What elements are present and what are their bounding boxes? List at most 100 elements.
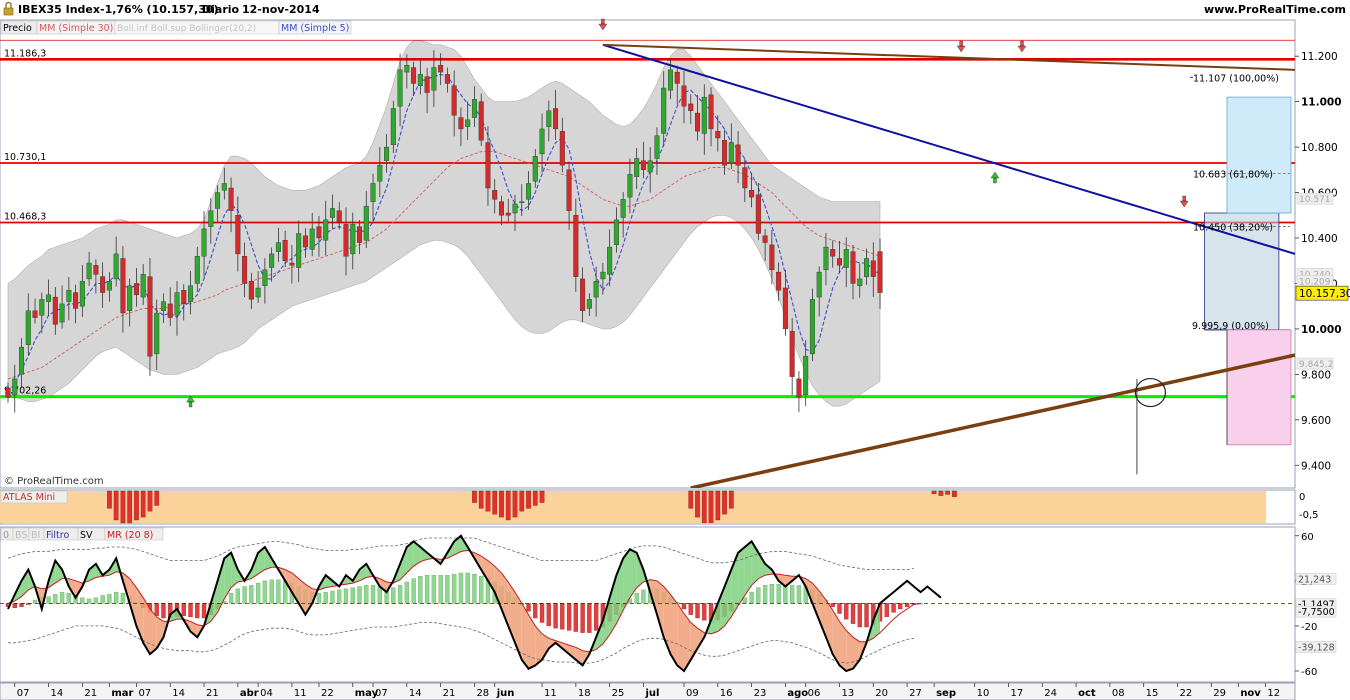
mr-histogram-bar bbox=[891, 603, 896, 613]
atlas-bar bbox=[140, 490, 146, 518]
mr-histogram-bar bbox=[526, 603, 531, 612]
atlas-bar bbox=[931, 490, 937, 495]
day-label: 18 bbox=[578, 688, 591, 699]
candle-body bbox=[133, 283, 139, 296]
candle-body bbox=[404, 65, 410, 73]
day-label: 08 bbox=[1112, 688, 1125, 699]
candle-body bbox=[593, 280, 599, 298]
legend-ma30[interactable]: MM (Simple 30) bbox=[39, 23, 113, 34]
atlas-bar bbox=[120, 490, 126, 524]
candle-body bbox=[769, 244, 775, 271]
mr-histogram-bar bbox=[330, 590, 335, 604]
candle-body bbox=[59, 303, 65, 323]
mr-histogram-bar bbox=[411, 578, 416, 604]
candle-body bbox=[627, 174, 633, 198]
atlas-tick: 0 bbox=[1299, 492, 1305, 503]
mr-histogram-bar bbox=[796, 585, 802, 604]
mr-histogram-bar bbox=[93, 597, 99, 604]
mr-histogram-bar bbox=[86, 598, 92, 604]
atlas-legend[interactable]: ATLAS Mini bbox=[3, 492, 55, 503]
mr-legend-label: BS bbox=[15, 530, 27, 541]
legend-bollinger[interactable]: Boll.inf Boll.sup Bollinger(20,2) bbox=[117, 24, 256, 34]
mr-histogram-bar bbox=[479, 576, 484, 604]
candle-body bbox=[343, 224, 349, 257]
candle-body bbox=[127, 285, 133, 311]
mr-histogram-bar bbox=[255, 582, 261, 604]
mr-histogram-bar bbox=[539, 603, 545, 623]
candle-body bbox=[776, 271, 782, 291]
mr-histogram-bar bbox=[533, 603, 538, 619]
atlas-bar bbox=[722, 490, 727, 515]
target-box-up bbox=[1226, 96, 1292, 214]
legend-ma5[interactable]: MM (Simple 5) bbox=[281, 23, 349, 34]
candle-body bbox=[323, 219, 329, 241]
mr-tag-label: -7,7500 bbox=[1298, 607, 1335, 618]
candle-body bbox=[73, 292, 79, 309]
candle-body bbox=[613, 219, 619, 246]
candle-body bbox=[823, 246, 829, 271]
candle-body bbox=[553, 108, 559, 130]
candle-body bbox=[66, 290, 72, 302]
mr-histogram-bar bbox=[445, 575, 450, 604]
mr-histogram-bar bbox=[195, 603, 200, 619]
candle-body bbox=[877, 251, 883, 293]
day-label: 13 bbox=[841, 688, 854, 699]
mr-histogram-bar bbox=[350, 587, 355, 604]
candle-body bbox=[390, 108, 396, 146]
atlas-bar bbox=[952, 490, 957, 497]
day-label: 22 bbox=[321, 688, 334, 699]
mr-histogram-bar bbox=[904, 603, 910, 607]
day-label: 07 bbox=[375, 688, 388, 699]
day-label: 07 bbox=[17, 688, 30, 699]
legend-price[interactable]: Precio bbox=[3, 23, 32, 34]
mr-tag-label: -39,128 bbox=[1298, 642, 1335, 653]
mr-histogram-bar bbox=[228, 593, 234, 604]
mr-histogram-bar bbox=[80, 597, 85, 604]
candle-body bbox=[749, 190, 755, 198]
candle-body bbox=[492, 190, 498, 200]
atlas-bar bbox=[728, 490, 734, 509]
candle-body bbox=[586, 299, 592, 309]
atlas-bar bbox=[154, 490, 160, 506]
candle-body bbox=[715, 130, 721, 139]
candle-body bbox=[215, 192, 221, 209]
candle-body bbox=[302, 235, 308, 248]
atlas-bar bbox=[147, 490, 153, 512]
mr-tick-label: 60 bbox=[1301, 532, 1314, 543]
candle-body bbox=[181, 290, 187, 305]
candle-body bbox=[654, 135, 660, 159]
mr-histogram-bar bbox=[235, 588, 240, 604]
candle-body bbox=[546, 110, 552, 127]
mr-histogram-bar bbox=[756, 587, 761, 604]
mr-histogram-bar bbox=[850, 603, 856, 624]
mr-histogram-bar bbox=[249, 585, 254, 604]
mr-panel[interactable] bbox=[0, 526, 1296, 683]
mr-histogram-bar bbox=[681, 603, 687, 610]
day-label: 21 bbox=[206, 688, 219, 699]
candle-body bbox=[188, 285, 194, 302]
mr-histogram-bar bbox=[844, 603, 849, 620]
mr-tick-label: -20 bbox=[1301, 622, 1317, 633]
atlas-bar bbox=[512, 490, 518, 518]
candle-body bbox=[458, 117, 464, 130]
mr-histogram-bar bbox=[397, 585, 403, 604]
day-label: 10 bbox=[977, 688, 990, 699]
mr-histogram-bar bbox=[742, 597, 747, 604]
candle-body bbox=[248, 280, 254, 300]
candle-body bbox=[498, 201, 504, 216]
atlas-bar bbox=[134, 490, 139, 521]
day-label: 14 bbox=[51, 688, 64, 699]
candle-body bbox=[661, 87, 667, 134]
candle-body bbox=[316, 226, 322, 239]
fibo-618-label: 10.683 (61,80%) bbox=[1193, 170, 1273, 181]
candle-body bbox=[580, 278, 586, 311]
candle-body bbox=[147, 276, 153, 357]
candle-body bbox=[113, 253, 119, 280]
level-label: 10.730,1 bbox=[4, 152, 46, 163]
atlas-bar bbox=[472, 490, 477, 503]
candle-body bbox=[52, 296, 58, 325]
mr-histogram-bar bbox=[593, 603, 599, 631]
mr-fill bbox=[677, 603, 684, 671]
mr-histogram-bar bbox=[776, 584, 781, 604]
month-label: jul bbox=[644, 688, 659, 699]
